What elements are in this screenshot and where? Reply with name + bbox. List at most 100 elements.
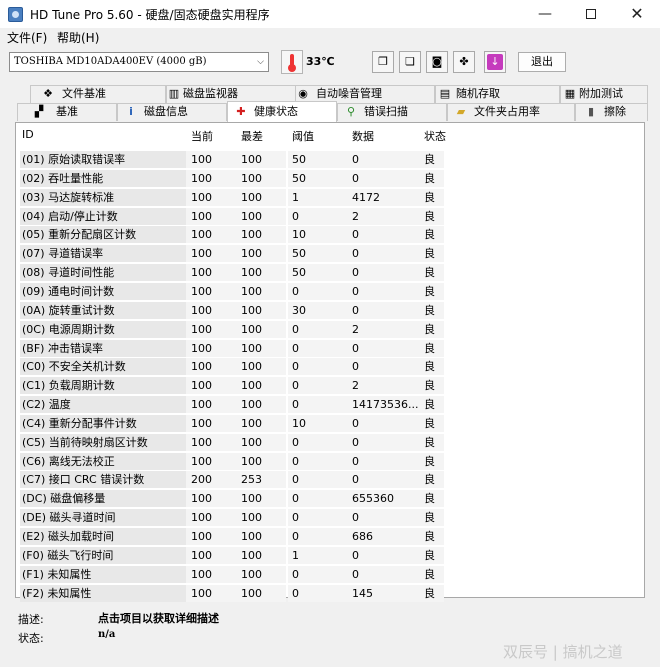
cell-current: 100: [191, 511, 212, 525]
cell-data: 0: [352, 416, 359, 430]
table-row[interactable]: (C5) 当前待映射扇区计数 100 100 0 0 良: [16, 433, 644, 452]
cell-status: 良: [424, 153, 435, 166]
table-row[interactable]: (02) 吞吐量性能 100 100 50 0 良: [16, 169, 644, 188]
table-row[interactable]: (C1) 负载周期计数 100 100 0 2 良: [16, 376, 644, 395]
table-row[interactable]: (09) 通电时间计数 100 100 0 0 良: [16, 282, 644, 301]
tab-health[interactable]: ✚ 健康状态: [227, 101, 337, 122]
extra-tests-icon: ▦: [564, 87, 576, 100]
cell-worst: 100: [241, 511, 262, 525]
cell-current: 100: [191, 266, 212, 280]
table-row[interactable]: (DE) 磁头寻道时间 100 100 0 0 良: [16, 508, 644, 527]
cell-status: 良: [424, 398, 435, 412]
cell-threshold: 0: [292, 379, 299, 393]
table-row[interactable]: (F0) 磁头飞行时间 100 100 1 0 良: [16, 546, 644, 565]
table-row[interactable]: (C0) 不安全关机计数 100 100 0 0 良: [16, 357, 644, 376]
window-title: HD Tune Pro 5.60 - 硬盘/固态硬盘实用程序: [30, 8, 270, 22]
tab-folder-usage[interactable]: ▰ 文件夹占用率: [447, 103, 575, 121]
tab-extra-tests[interactable]: ▦ 附加测试: [560, 85, 648, 103]
save-button[interactable]: ↓: [484, 51, 506, 73]
table-row[interactable]: (BF) 冲击错误率 100 100 0 0 良: [16, 339, 644, 358]
status-value: n/a: [98, 629, 116, 640]
cell-threshold: 0: [292, 341, 299, 355]
table-row[interactable]: (DC) 磁盘偏移量 100 100 0 655360 良: [16, 489, 644, 508]
cell-current: 100: [191, 303, 212, 317]
cell-data: 686: [352, 530, 373, 543]
tab-label: 擦除: [604, 105, 626, 118]
status-label: 状态:: [18, 632, 44, 645]
table-row[interactable]: (08) 寻道时间性能 100 100 50 0 良: [16, 263, 644, 282]
table-row[interactable]: (03) 马达旋转标准 100 100 1 4172 良: [16, 188, 644, 207]
cell-worst: 100: [241, 379, 262, 393]
table-row[interactable]: (E2) 磁头加载时间 100 100 0 686 良: [16, 527, 644, 546]
cell-data: 0: [352, 266, 359, 280]
menu-file[interactable]: 文件(F): [7, 29, 47, 46]
table-row[interactable]: (C6) 离线无法校正 100 100 0 0 良: [16, 452, 644, 471]
table-row[interactable]: (C7) 接口 CRC 错误计数 200 253 0 0 良: [16, 470, 644, 489]
cell-data: 2: [352, 209, 359, 223]
table-row[interactable]: (F1) 未知属性 100 100 0 0 良: [16, 565, 644, 584]
table-row[interactable]: (0C) 电源周期计数 100 100 0 2 良: [16, 320, 644, 339]
cell-data: 0: [352, 360, 359, 374]
exit-button[interactable]: 退出: [518, 52, 566, 72]
table-row[interactable]: (C4) 重新分配事件计数 100 100 10 0 良: [16, 414, 644, 433]
maximize-button[interactable]: [568, 0, 614, 28]
cell-threshold: 0: [292, 473, 299, 487]
tab-benchmark[interactable]: ▞ 基准: [17, 103, 117, 121]
cell-worst: 100: [241, 209, 262, 223]
tab-disk-info[interactable]: i 磁盘信息: [117, 103, 227, 121]
screenshot-button[interactable]: ◙: [426, 51, 448, 73]
cell-status: 良: [424, 511, 435, 525]
tab-erase[interactable]: ▮ 擦除: [575, 103, 648, 121]
column-header-current[interactable]: 当前: [191, 128, 213, 144]
table-row[interactable]: (0A) 旋转重试计数 100 100 30 0 良: [16, 301, 644, 320]
cell-threshold: 0: [292, 454, 299, 468]
options-icon: ✤: [459, 55, 469, 68]
drive-select[interactable]: TOSHIBA MD10ADA400EV (4000 gB) ⌵: [9, 52, 269, 72]
cell-current: 100: [191, 586, 212, 600]
copy-info-button[interactable]: ❐: [372, 51, 394, 73]
close-button[interactable]: ✕: [614, 0, 660, 28]
cell-current: 100: [191, 209, 212, 223]
menu-help[interactable]: 帮助(H): [57, 29, 99, 46]
cell-attribute-id: (07) 寻道错误率: [20, 245, 186, 263]
tab-error-scan[interactable]: ⚲ 错误扫描: [337, 103, 447, 121]
chevron-down-icon: ⌵: [257, 57, 264, 67]
cell-status: 良: [424, 228, 435, 242]
cell-worst: 100: [241, 153, 262, 166]
cell-worst: 100: [241, 492, 262, 506]
column-header-status[interactable]: 状态: [424, 128, 446, 144]
minimize-button[interactable]: —: [522, 0, 568, 28]
column-header-data[interactable]: 数据: [352, 128, 374, 144]
table-row[interactable]: (F2) 未知属性 100 100 0 145 良: [16, 584, 644, 603]
cell-worst: 100: [241, 228, 262, 242]
table-row[interactable]: (05) 重新分配扇区计数 100 100 10 0 良: [16, 225, 644, 244]
cell-attribute-id: (BF) 冲击错误率: [20, 339, 186, 357]
cell-status: 良: [424, 171, 435, 185]
cell-worst: 100: [241, 530, 262, 543]
tab-file-benchmark[interactable]: ❖ 文件基准: [30, 85, 166, 103]
cell-threshold: 0: [292, 567, 299, 581]
watermark: 双辰号 | 搞机之道: [503, 643, 623, 661]
table-row[interactable]: (01) 原始读取错误率 100 100 50 0 良: [16, 150, 644, 169]
cell-current: 100: [191, 398, 212, 412]
cell-attribute-id: (DC) 磁盘偏移量: [20, 490, 186, 508]
cell-status: 良: [424, 266, 435, 280]
table-row[interactable]: (04) 启动/停止计数 100 100 0 2 良: [16, 207, 644, 226]
cell-data: 0: [352, 473, 359, 487]
cell-worst: 100: [241, 247, 262, 261]
tab-random-access[interactable]: ▤ 随机存取: [435, 85, 560, 103]
column-header-worst[interactable]: 最差: [241, 128, 263, 144]
options-button[interactable]: ✤: [453, 51, 475, 73]
cell-worst: 100: [241, 435, 262, 449]
column-header-id[interactable]: ID: [22, 128, 34, 141]
tab-label: 健康状态: [254, 105, 298, 118]
cell-worst: 100: [241, 303, 262, 317]
table-row[interactable]: (C2) 温度 100 100 0 14173536... 良: [16, 395, 644, 414]
cell-threshold: 0: [292, 360, 299, 374]
description-label: 描述:: [18, 613, 44, 626]
column-header-threshold[interactable]: 阈值: [292, 128, 314, 144]
cell-worst: 100: [241, 322, 262, 336]
copy-all-button[interactable]: ❏: [399, 51, 421, 73]
table-row[interactable]: (07) 寻道错误率 100 100 50 0 良: [16, 244, 644, 263]
cell-current: 100: [191, 341, 212, 355]
